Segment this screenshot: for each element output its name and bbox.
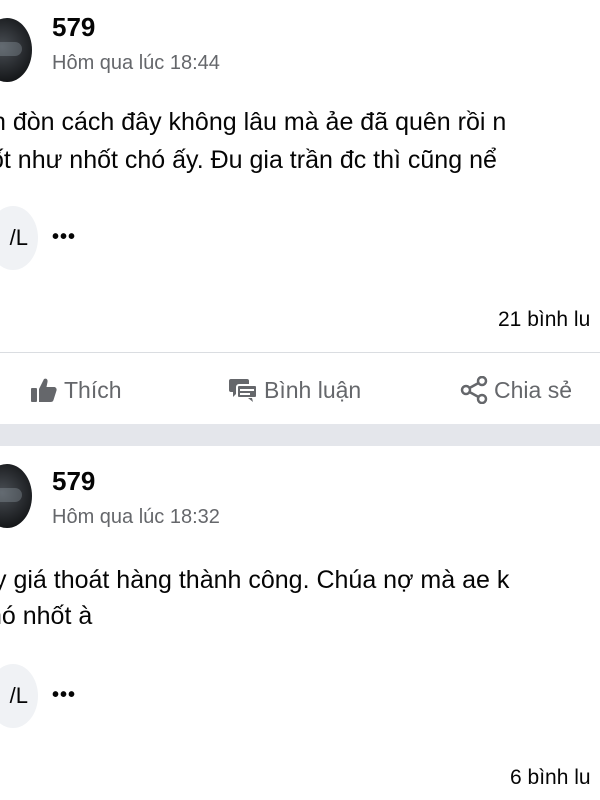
post-text-line: n đòn cách đây không lâu mà ảe đã quên r… <box>0 108 507 136</box>
comment-count[interactable]: 6 bình lu <box>510 766 591 790</box>
news-feed: 579 Hôm qua lúc 18:44 n đòn cách đây khô… <box>0 0 600 800</box>
thumbs-up-icon <box>31 378 57 402</box>
reaction-chip[interactable]: /L <box>0 664 38 728</box>
author-name[interactable]: 579 <box>52 12 95 43</box>
actions-divider <box>0 352 600 353</box>
post-timestamp[interactable]: Hôm qua lúc 18:32 <box>52 506 220 529</box>
comment-label: Bình luận <box>264 376 362 403</box>
like-label: Thích <box>64 376 122 403</box>
post-text-line: y giá thoát hàng thành công. Chúa nợ mà … <box>0 566 510 594</box>
author-name[interactable]: 579 <box>52 466 95 497</box>
post-text-line: ốt như nhốt chó ấy. Đu gia trần đc thì c… <box>0 146 497 174</box>
post-card: 579 Hôm qua lúc 18:32 y giá thoát hàng t… <box>0 446 600 800</box>
avatar[interactable] <box>0 18 32 82</box>
post-text-line: nó nhốt à <box>0 602 93 630</box>
post-card: 579 Hôm qua lúc 18:44 n đòn cách đây khô… <box>0 0 600 424</box>
avatar[interactable] <box>0 464 32 528</box>
comment-button[interactable]: Bình luận <box>228 374 361 406</box>
share-icon <box>460 376 488 404</box>
share-label: Chia sẻ <box>494 376 572 403</box>
comment-bubble-icon <box>229 379 258 402</box>
comment-count[interactable]: 21 bình lu <box>498 308 590 332</box>
post-separator <box>0 424 600 446</box>
more-dots-icon[interactable]: ••• <box>52 684 76 707</box>
post-timestamp[interactable]: Hôm qua lúc 18:44 <box>52 52 220 75</box>
share-button[interactable]: Chia sẻ <box>460 374 572 406</box>
reaction-chip[interactable]: /L <box>0 206 38 270</box>
like-button[interactable]: Thích <box>30 374 122 406</box>
more-dots-icon[interactable]: ••• <box>52 226 76 249</box>
